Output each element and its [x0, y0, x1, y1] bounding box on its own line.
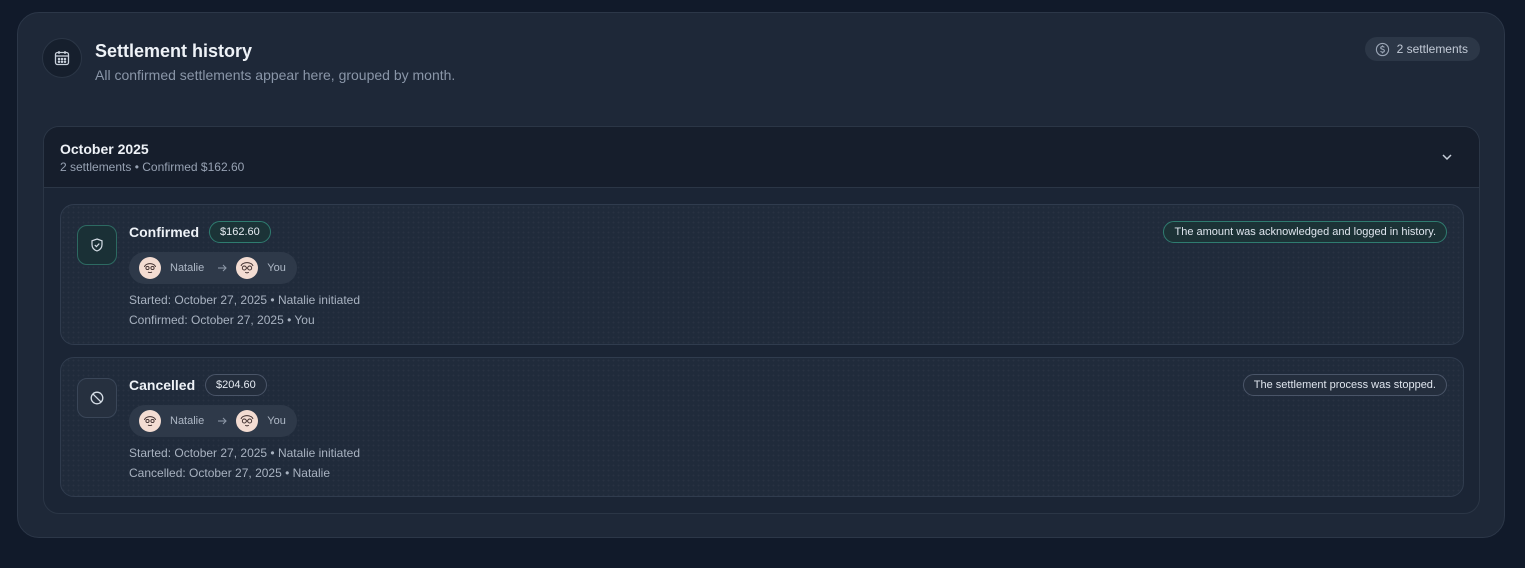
arrow-right-icon	[217, 417, 228, 425]
resolved-info: Cancelled: October 27, 2025 • Natalie	[129, 466, 330, 480]
status-note: The settlement process was stopped.	[1242, 374, 1447, 396]
started-info: Started: October 27, 2025 • Natalie init…	[129, 446, 361, 460]
started-info: Started: October 27, 2025 • Natalie init…	[129, 293, 361, 307]
settlement-count-label: 2 settlements	[1396, 42, 1468, 56]
status-label: Confirmed	[129, 224, 199, 240]
amount-badge: $162.60	[209, 221, 271, 243]
calendar-icon	[42, 38, 82, 78]
chevron-down-icon[interactable]	[1439, 149, 1455, 165]
arrow-right-icon	[217, 264, 228, 272]
dollar-circle-icon	[1375, 42, 1390, 57]
settlement-parties: Natalie You	[129, 405, 297, 437]
status-note: The amount was acknowledged and logged i…	[1163, 221, 1447, 243]
settlement-parties: Natalie You	[129, 252, 297, 284]
avatar-natalie	[139, 257, 161, 279]
settlement-history-panel: Settlement history All confirmed settlem…	[17, 12, 1505, 538]
resolved-info: Confirmed: October 27, 2025 • You	[129, 313, 315, 327]
from-party: Natalie	[170, 262, 205, 274]
avatar-you	[236, 410, 259, 432]
month-group-header[interactable]: October 2025 2 settlements • Confirmed $…	[44, 127, 1479, 188]
settlement-card-confirmed: Confirmed $162.60 Natalie You Started: O…	[60, 204, 1464, 345]
to-party: You	[267, 415, 286, 427]
settlement-count-badge: 2 settlements	[1364, 37, 1480, 61]
status-label: Cancelled	[129, 377, 196, 393]
to-party: You	[267, 262, 286, 274]
shield-check-icon	[77, 225, 117, 265]
month-group-title: October 2025	[60, 141, 149, 157]
from-party: Natalie	[170, 415, 205, 427]
avatar-you	[236, 257, 259, 279]
amount-badge: $204.60	[205, 374, 267, 396]
avatar-natalie	[139, 410, 161, 432]
ban-icon	[77, 378, 117, 418]
settlement-card-cancelled: Cancelled $204.60 Natalie You Started: O…	[60, 357, 1464, 497]
month-group-october-2025: October 2025 2 settlements • Confirmed $…	[43, 126, 1480, 514]
page-title: Settlement history	[95, 41, 253, 61]
month-group-summary: 2 settlements • Confirmed $162.60	[60, 160, 245, 174]
page-subtitle: All confirmed settlements appear here, g…	[95, 67, 456, 83]
